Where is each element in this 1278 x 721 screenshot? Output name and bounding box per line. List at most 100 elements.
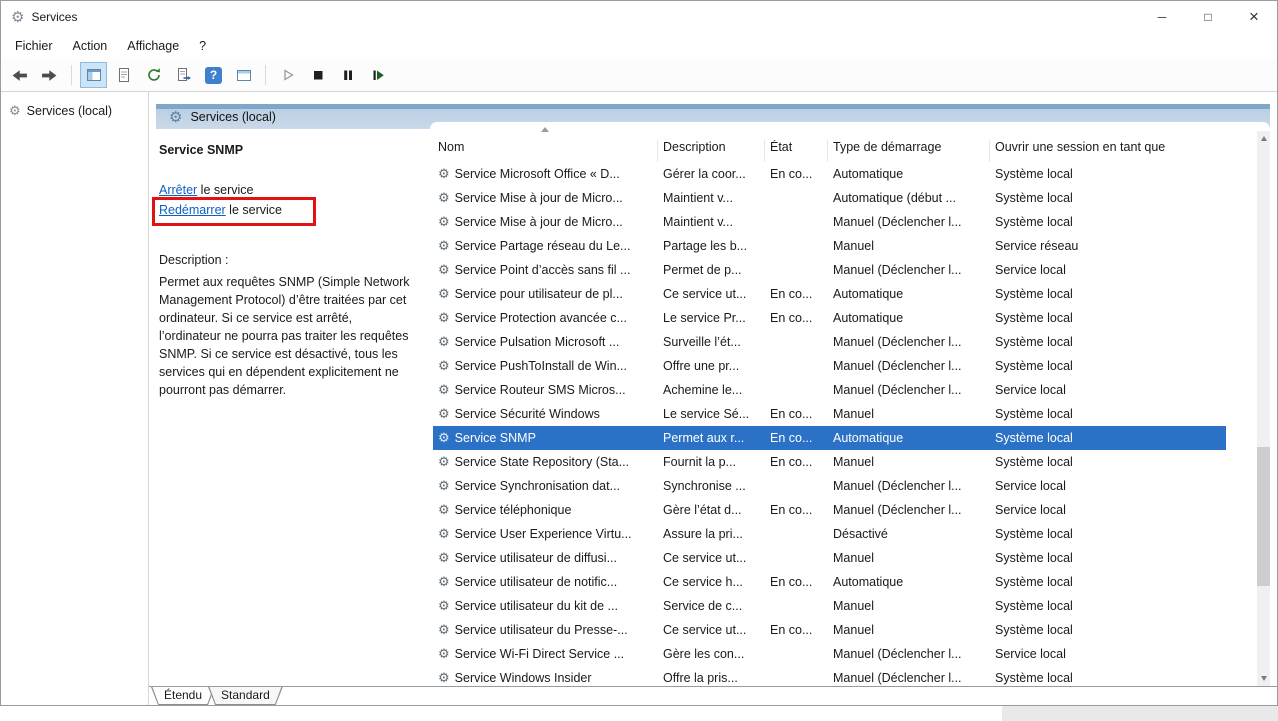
extended-view-button[interactable] (230, 62, 257, 88)
cell-nom: ⚙Service Routeur SMS Micros... (433, 382, 658, 398)
table-row[interactable]: ⚙Service téléphoniqueGère l’état d...En … (433, 498, 1226, 522)
table-row[interactable]: ⚙Service Sécurité WindowsLe service Sé..… (433, 402, 1226, 426)
column-header-session[interactable]: Ouvrir une session en tant que (990, 140, 1226, 162)
stop-service-link[interactable]: Arrêter (159, 183, 197, 197)
cell-nom: ⚙Service Partage réseau du Le... (433, 238, 658, 254)
scrollbar-thumb[interactable] (1257, 447, 1270, 586)
cell-nom: ⚙Service User Experience Virtu... (433, 526, 658, 542)
table-row[interactable]: ⚙Service Microsoft Office « D...Gérer la… (433, 162, 1226, 186)
table-row[interactable]: ⚙Service PushToInstall de Win...Offre un… (433, 354, 1226, 378)
service-name: Service State Repository (Sta... (455, 455, 629, 469)
background-right (1002, 706, 1278, 721)
service-name: Service utilisateur du Presse-... (455, 623, 628, 637)
properties-button[interactable] (110, 62, 137, 88)
column-header-type-demarrage[interactable]: Type de démarrage (828, 140, 990, 162)
table-row[interactable]: ⚙Service utilisateur de diffusi...Ce ser… (433, 546, 1226, 570)
table-row[interactable]: ⚙Service Point d’accès sans fil ...Perme… (433, 258, 1226, 282)
cell-description: Le service Sé... (658, 407, 765, 421)
table-row[interactable]: ⚙Service Wi-Fi Direct Service ...Gère le… (433, 642, 1226, 666)
maximize-button[interactable]: □ (1185, 1, 1231, 33)
services-page: ⚙ Services (local) Service SNMP Arrêter … (149, 92, 1277, 686)
minimize-button[interactable]: ─ (1139, 1, 1185, 33)
cell-description: Achemine le... (658, 383, 765, 397)
console-tree-toggle-button[interactable] (80, 62, 107, 88)
cell-description: Gérer la coor... (658, 167, 765, 181)
cell-type-demarrage: Manuel (Déclencher l... (828, 383, 990, 397)
console-tree-pane: ⚙ Services (local) (1, 92, 149, 705)
scroll-up-button[interactable] (1257, 131, 1270, 146)
menu-action[interactable]: Action (63, 39, 118, 53)
table-row[interactable]: ⚙Service utilisateur de notific...Ce ser… (433, 570, 1226, 594)
stop-service-line: Arrêter le service (159, 183, 420, 197)
table-row[interactable]: ⚙Service SNMPPermet aux r...En co...Auto… (433, 426, 1226, 450)
table-row[interactable]: ⚙Service Routeur SMS Micros...Achemine l… (433, 378, 1226, 402)
refresh-button[interactable] (140, 62, 167, 88)
services-window: ⚙ Services ─ □ × Fichier Action Affichag… (0, 0, 1278, 706)
cell-type-demarrage: Manuel (Déclencher l... (828, 263, 990, 277)
column-header-nom[interactable]: Nom (433, 140, 658, 162)
tab-etendu-label: Étendu (151, 687, 215, 704)
forward-button[interactable] (36, 62, 63, 88)
cell-session: Service réseau (990, 239, 1226, 253)
cell-type-demarrage: Automatique (début ... (828, 191, 990, 205)
close-button[interactable]: × (1231, 1, 1277, 33)
toolbar-separator (265, 65, 266, 85)
table-row[interactable]: ⚙Service Mise à jour de Micro...Maintien… (433, 186, 1226, 210)
tree-item-services-local[interactable]: ⚙ Services (local) (1, 100, 148, 122)
cell-nom: ⚙Service Windows Insider (433, 670, 658, 686)
minimize-icon: ─ (1158, 10, 1167, 24)
tab-standard[interactable]: Standard (208, 687, 283, 705)
tab-etendu[interactable]: Étendu (151, 687, 215, 705)
scroll-up-icon (1261, 136, 1267, 141)
table-row[interactable]: ⚙Service utilisateur du kit de ...Servic… (433, 594, 1226, 618)
help-button[interactable]: ? (200, 62, 227, 88)
service-gear-icon: ⚙ (438, 574, 450, 590)
cell-type-demarrage: Manuel (Déclencher l... (828, 215, 990, 229)
table-row[interactable]: ⚙Service Mise à jour de Micro...Maintien… (433, 210, 1226, 234)
table-row[interactable]: ⚙Service Protection avancée c...Le servi… (433, 306, 1226, 330)
column-header-etat[interactable]: État (765, 140, 828, 162)
scroll-down-button[interactable] (1257, 671, 1270, 686)
cell-etat: En co... (765, 167, 828, 181)
cell-type-demarrage: Manuel (Déclencher l... (828, 335, 990, 349)
table-row[interactable]: ⚙Service Windows InsiderOffre la pris...… (433, 666, 1226, 686)
cell-etat: En co... (765, 503, 828, 517)
restart-service-link[interactable]: Redémarrer (159, 203, 226, 217)
back-button[interactable] (6, 62, 33, 88)
cell-description: Permet de p... (658, 263, 765, 277)
menu-fichier[interactable]: Fichier (5, 39, 63, 53)
restart-icon (370, 67, 386, 83)
tree-gear-icon: ⚙ (9, 103, 21, 119)
table-row[interactable]: ⚙Service pour utilisateur de pl...Ce ser… (433, 282, 1226, 306)
table-row[interactable]: ⚙Service User Experience Virtu...Assure … (433, 522, 1226, 546)
stop-service-button[interactable] (304, 62, 331, 88)
cell-description: Ce service ut... (658, 551, 765, 565)
table-row[interactable]: ⚙Service Pulsation Microsoft ...Surveill… (433, 330, 1226, 354)
restart-service-button[interactable] (364, 62, 391, 88)
start-service-button[interactable] (274, 62, 301, 88)
service-name: Service Routeur SMS Micros... (455, 383, 626, 397)
service-gear-icon: ⚙ (438, 286, 450, 302)
table-row[interactable]: ⚙Service Synchronisation dat...Synchroni… (433, 474, 1226, 498)
column-header-description[interactable]: Description (658, 140, 765, 162)
vertical-scrollbar[interactable] (1257, 131, 1270, 686)
service-gear-icon: ⚙ (438, 622, 450, 638)
scroll-down-icon (1261, 676, 1267, 681)
cell-type-demarrage: Manuel (828, 407, 990, 421)
service-gear-icon: ⚙ (438, 166, 450, 182)
menu-aide[interactable]: ? (189, 39, 216, 53)
cell-description: Offre une pr... (658, 359, 765, 373)
table-row[interactable]: ⚙Service Partage réseau du Le...Partage … (433, 234, 1226, 258)
cell-type-demarrage: Manuel (828, 599, 990, 613)
service-name: Service Point d’accès sans fil ... (455, 263, 631, 277)
menu-affichage[interactable]: Affichage (117, 39, 189, 53)
table-row[interactable]: ⚙Service utilisateur du Presse-...Ce ser… (433, 618, 1226, 642)
table-row[interactable]: ⚙Service State Repository (Sta...Fournit… (433, 450, 1226, 474)
cell-type-demarrage: Manuel (Déclencher l... (828, 647, 990, 661)
panel-header-label: ⚙ Services (local) (169, 105, 276, 129)
title-bar[interactable]: ⚙ Services ─ □ × (1, 1, 1277, 33)
cell-session: Système local (990, 575, 1226, 589)
export-list-button[interactable] (170, 62, 197, 88)
cell-session: Système local (990, 671, 1226, 685)
pause-service-button[interactable] (334, 62, 361, 88)
